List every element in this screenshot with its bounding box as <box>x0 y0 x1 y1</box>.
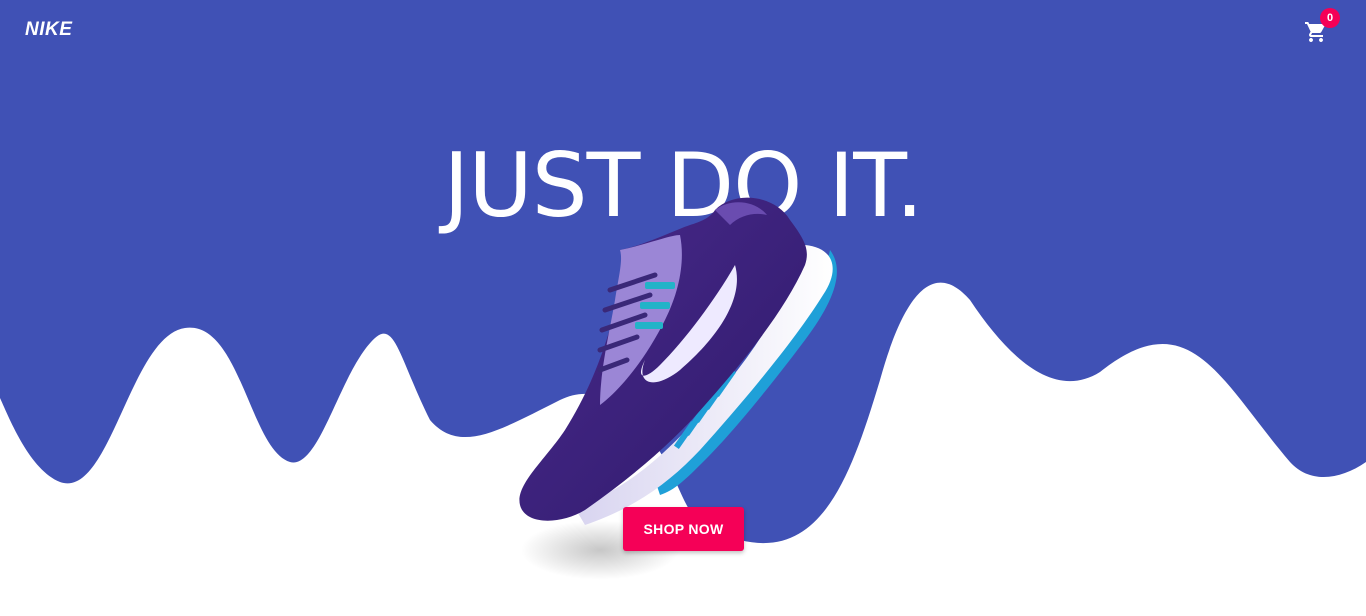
cart-button[interactable]: 0 <box>1303 8 1340 45</box>
nike-logo[interactable]: NIKE <box>25 19 72 41</box>
cart-count-badge: 0 <box>1320 8 1340 28</box>
shop-now-button[interactable]: SHOP NOW <box>623 507 744 551</box>
running-shoe-image <box>519 197 837 525</box>
landing-page: NIKE 0 JUST DO IT. SHOP NOW <box>0 0 1366 616</box>
